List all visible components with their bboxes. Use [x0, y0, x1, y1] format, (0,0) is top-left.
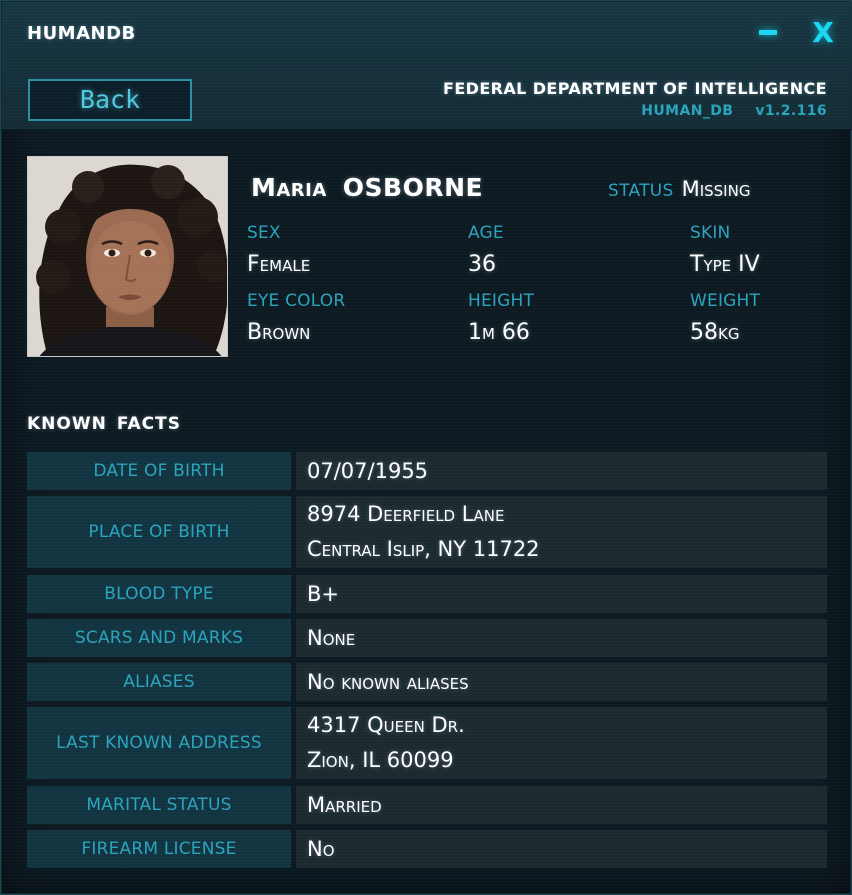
attr-value: Brown — [247, 320, 311, 345]
fact-label: SCARS AND MARKS — [27, 619, 291, 657]
close-button[interactable]: X — [805, 14, 841, 50]
attr-value: 58kg — [690, 320, 740, 345]
fact-row-last-known-address: LAST KNOWN ADDRESS 4317 Queen Dr. Zion, … — [27, 707, 827, 779]
fact-row-aliases: ALIASES No known aliases — [27, 663, 827, 701]
fact-value-line: None — [307, 625, 356, 650]
fact-label: FIREARM LICENSE — [27, 830, 291, 868]
fact-value-line: Zion, IL 60099 — [307, 748, 454, 772]
fact-value-line: Married — [307, 792, 382, 817]
attr-value: 36 — [468, 252, 496, 277]
fact-value: 4317 Queen Dr. Zion, IL 60099 — [296, 707, 827, 779]
close-icon: X — [812, 15, 834, 49]
database-name: HUMAN_DB — [641, 103, 734, 119]
attr-value: 1m 66 — [468, 320, 530, 345]
fact-value: No — [296, 830, 827, 868]
attr-sex: SEX Female — [247, 223, 310, 277]
fact-value-line: No known aliases — [307, 669, 469, 694]
fact-value-line: B+ — [307, 581, 340, 606]
facts-title-word: FACTS — [116, 414, 181, 434]
fact-value: Married — [296, 786, 827, 824]
facts-title-word: KNOWN — [27, 414, 107, 434]
fact-value-line: 07/07/1955 — [307, 458, 429, 483]
attr-label: HEIGHT — [468, 291, 535, 311]
minimize-icon — [759, 29, 777, 35]
fact-value-line: 4317 Queen Dr. — [307, 713, 465, 737]
attr-height: HEIGHT 1m 66 — [468, 291, 534, 345]
attr-label: EYE COLOR — [247, 291, 346, 311]
app-title: HUMANDB — [27, 23, 136, 44]
attr-label: SKIN — [690, 223, 731, 243]
fact-value: No known aliases — [296, 663, 827, 701]
attr-value: Female — [247, 252, 311, 277]
fact-label: DATE OF BIRTH — [27, 452, 291, 490]
attr-eye-color: EYE COLOR Brown — [247, 291, 345, 345]
fact-label: PLACE OF BIRTH — [27, 496, 291, 568]
agency-name: FEDERAL DEPARTMENT OF INTELLIGENCE — [443, 79, 827, 98]
attr-weight: WEIGHT 58kg — [690, 291, 760, 345]
attr-age: AGE 36 — [468, 223, 504, 277]
fact-value: 07/07/1955 — [296, 452, 827, 490]
fact-row-date-of-birth: DATE OF BIRTH 07/07/1955 — [27, 452, 827, 490]
back-button[interactable]: Back — [28, 79, 192, 121]
fact-value-line: No — [307, 836, 335, 861]
fact-label: ALIASES — [27, 663, 291, 701]
attr-label: AGE — [468, 223, 504, 243]
humandb-window: HUMANDB X Back FEDERAL DEPARTMENT OF INT… — [0, 0, 852, 895]
database-info: HUMAN_DB v1.2.116 — [641, 103, 827, 119]
subject-photo — [27, 156, 228, 357]
fact-row-scars-and-marks: SCARS AND MARKS None — [27, 619, 827, 657]
fact-value: None — [296, 619, 827, 657]
attr-value: Type IV — [690, 252, 760, 277]
known-facts-title: KNOWN FACTS — [27, 414, 181, 434]
fact-row-place-of-birth: PLACE OF BIRTH 8974 Deerfield Lane Centr… — [27, 496, 827, 568]
fact-label: LAST KNOWN ADDRESS — [27, 707, 291, 779]
status-label: STATUS — [608, 181, 674, 201]
fact-value: B+ — [296, 575, 827, 613]
fact-value-line: Central Islip, NY 11722 — [307, 537, 540, 561]
attr-label: SEX — [247, 223, 281, 243]
window-header: HUMANDB X Back FEDERAL DEPARTMENT OF INT… — [2, 2, 852, 130]
attr-skin: SKIN Type IV — [690, 223, 760, 277]
fact-row-marital-status: MARITAL STATUS Married — [27, 786, 827, 824]
attr-label: WEIGHT — [690, 291, 761, 311]
status-field: STATUS Missing — [608, 177, 750, 201]
fact-value: 8974 Deerfield Lane Central Islip, NY 11… — [296, 496, 827, 568]
fact-row-firearm-license: FIREARM LICENSE No — [27, 830, 827, 868]
fact-row-blood-type: BLOOD TYPE B+ — [27, 575, 827, 613]
minimize-button[interactable] — [750, 14, 786, 50]
fact-label: BLOOD TYPE — [27, 575, 291, 613]
fact-label: MARITAL STATUS — [27, 786, 291, 824]
first-name: Maria — [251, 173, 327, 202]
version-label: v1.2.116 — [755, 103, 827, 119]
subject-name: Maria OSBORNE — [251, 173, 483, 202]
last-name: OSBORNE — [342, 173, 484, 202]
status-value: Missing — [681, 177, 751, 201]
fact-value-line: 8974 Deerfield Lane — [307, 502, 505, 526]
